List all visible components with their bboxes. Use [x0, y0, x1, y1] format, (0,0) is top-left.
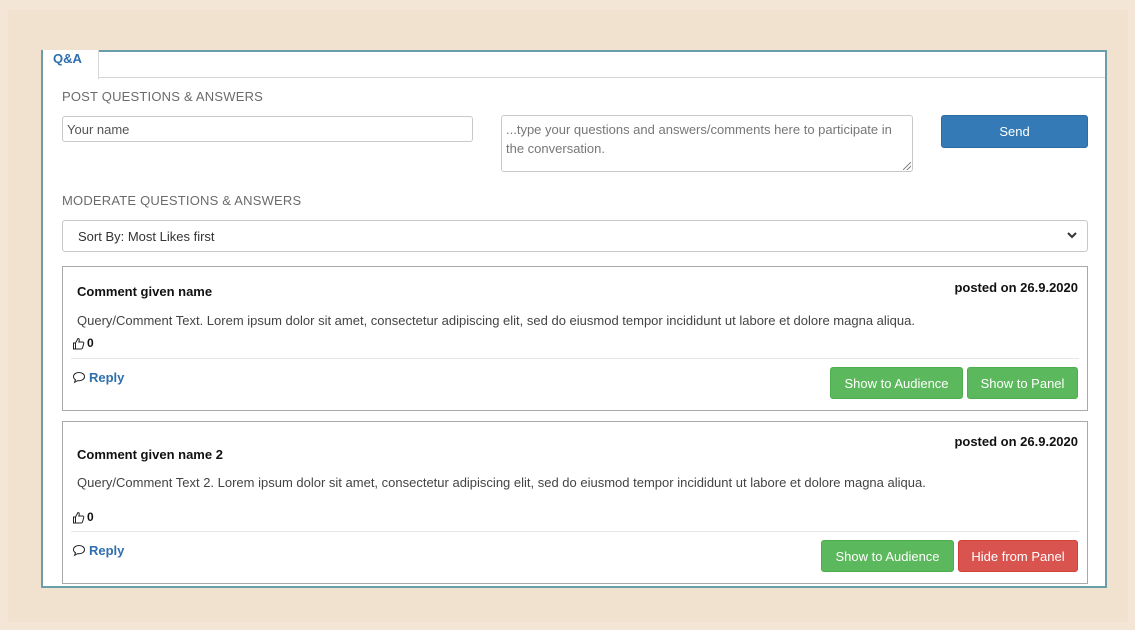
card-divider [71, 531, 1079, 532]
thumbs-up-icon [72, 511, 85, 524]
tab-qa[interactable]: Q&A [43, 50, 99, 79]
like-counter[interactable]: 0 [72, 510, 94, 524]
reply-label: Reply [89, 543, 125, 558]
reply-label: Reply [89, 370, 125, 385]
post-section-title: POST QUESTIONS & ANSWERS [62, 89, 264, 104]
show-to-audience-button[interactable]: Show to Audience [830, 367, 963, 399]
comment-card: Comment given name posted on 26.9.2020 Q… [62, 266, 1088, 411]
sort-select[interactable]: Sort By: Most Likes first [62, 220, 1088, 252]
show-to-panel-button[interactable]: Show to Panel [967, 367, 1078, 399]
reply-link[interactable]: Reply [72, 543, 124, 558]
send-button[interactable]: Send [941, 115, 1088, 148]
sort-select-value: Sort By: Most Likes first [78, 229, 215, 244]
comment-date: posted on 26.9.2020 [954, 280, 1078, 295]
like-count: 0 [87, 510, 94, 524]
comment-text: Query/Comment Text. Lorem ipsum dolor si… [77, 313, 915, 328]
comment-card: Comment given name 2 posted on 26.9.2020… [62, 421, 1088, 584]
hide-from-panel-button[interactable]: Hide from Panel [958, 540, 1078, 572]
like-count: 0 [87, 336, 94, 350]
tab-strip: Q&A [43, 50, 1105, 79]
speech-bubble-icon [72, 371, 86, 384]
comment-author: Comment given name 2 [77, 447, 223, 462]
moderate-section-title: MODERATE QUESTIONS & ANSWERS [62, 193, 302, 208]
name-input[interactable] [62, 116, 473, 142]
like-counter[interactable]: 0 [72, 336, 94, 350]
comment-author: Comment given name [77, 284, 213, 299]
reply-link[interactable]: Reply [72, 370, 124, 385]
chevron-down-icon [1065, 228, 1079, 242]
textarea-resize-handle[interactable] [903, 162, 911, 170]
card-divider [71, 358, 1079, 359]
speech-bubble-icon [72, 544, 86, 557]
message-textarea[interactable] [501, 115, 913, 172]
thumbs-up-icon [72, 337, 85, 350]
show-to-audience-button[interactable]: Show to Audience [821, 540, 954, 572]
comment-date: posted on 26.9.2020 [954, 434, 1078, 449]
comment-text: Query/Comment Text 2. Lorem ipsum dolor … [77, 475, 926, 490]
qa-panel: Q&A POST QUESTIONS & ANSWERS Send MODERA… [41, 50, 1107, 588]
